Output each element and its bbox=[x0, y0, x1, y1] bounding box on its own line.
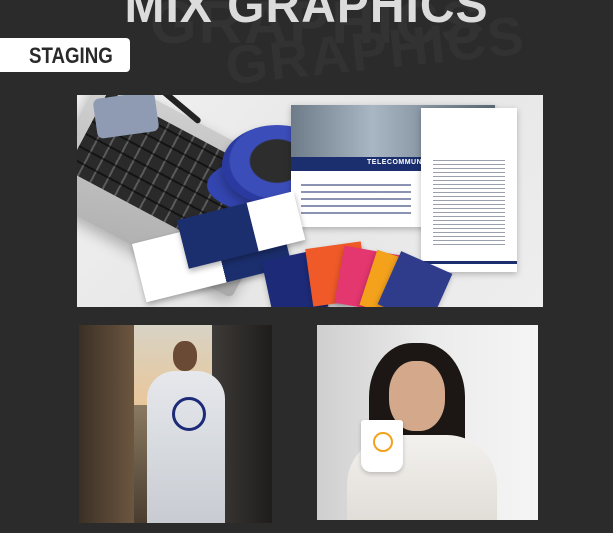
brand-logo bbox=[172, 397, 206, 431]
person-head bbox=[173, 341, 197, 371]
tshirt bbox=[147, 371, 225, 523]
flyer-text-lines bbox=[301, 179, 411, 219]
mug bbox=[361, 420, 403, 472]
letterhead bbox=[421, 108, 517, 272]
mug-mockup-image bbox=[317, 325, 538, 520]
tshirt-mockup-image bbox=[79, 325, 272, 523]
brand-logo bbox=[373, 432, 393, 452]
letterhead-text bbox=[433, 158, 505, 248]
section-tag: STAGING bbox=[0, 38, 130, 72]
section-tag-label: STAGING bbox=[29, 43, 113, 68]
page-title: MIX GRAPHICS bbox=[124, 0, 489, 34]
building-left bbox=[79, 325, 134, 523]
stationery-mockup-image: TELECOMMUNICATION bbox=[77, 95, 543, 307]
letterhead-footer-bar bbox=[421, 261, 517, 264]
